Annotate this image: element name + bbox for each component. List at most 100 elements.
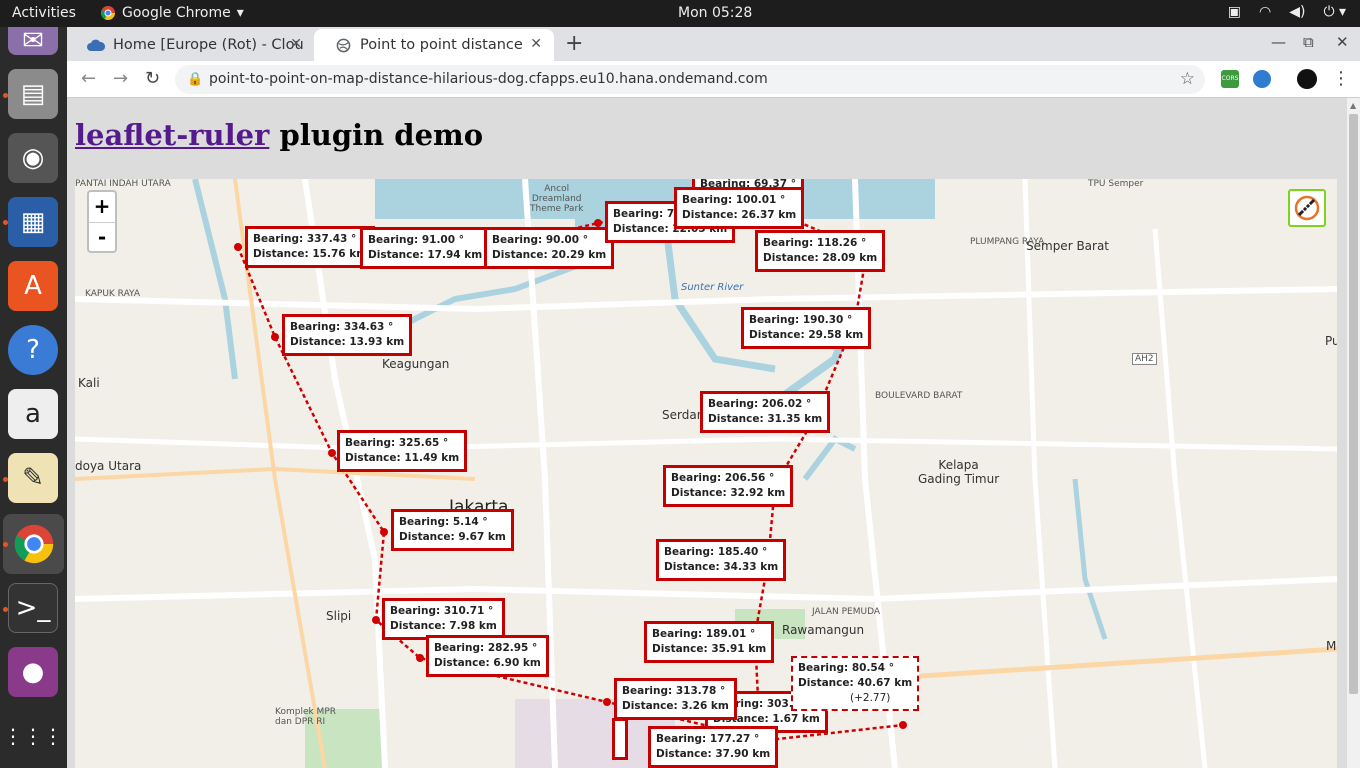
road (1022, 179, 1058, 768)
bearing-text: Bearing: 118.26 ° (763, 237, 867, 249)
writer-app-icon[interactable]: ▦ (8, 197, 58, 247)
scroll-up-icon[interactable]: ▲ (1350, 101, 1356, 110)
clock[interactable]: Mon 05:28 (678, 5, 752, 21)
road-label: JALAN PEMUDA (812, 607, 881, 617)
live-measure-tooltip: Bearing: 80.54 ° Distance: 40.67 km (+2.77… (791, 656, 920, 711)
cloud-icon (87, 36, 105, 54)
distance-text: Distance: 40.67 km (798, 677, 913, 689)
scrollbar-thumb[interactable] (1349, 114, 1358, 694)
activities-button[interactable]: Activities (12, 5, 76, 21)
tab-point-to-point[interactable]: Point to point distance ✕ (314, 29, 554, 61)
measure-tooltip: Bearing: 177.27 ° Distance: 37.90 km (648, 726, 779, 768)
distance-text: Distance: 26.37 km (682, 209, 797, 221)
distance-text: Distance: 32.92 km (671, 487, 786, 499)
measure-tooltip: Bearing: 91.00 ° Distance: 17.94 km (360, 227, 491, 269)
cors-extension-icon[interactable]: CORS (1221, 70, 1239, 88)
map[interactable]: Keagungan Jakarta Serdang Kelapa Gading … (75, 179, 1337, 768)
tab-home[interactable]: Home [Europe (Rot) - Clou ✕ (67, 29, 314, 61)
address-bar[interactable]: 🔒 point-to-point-on-map-distance-hilario… (175, 65, 1205, 94)
chrome-dock-icon[interactable] (3, 514, 64, 574)
distance-text: Distance: 15.76 km (253, 248, 368, 260)
files-app-icon[interactable]: ▤ (8, 69, 58, 119)
road (1152, 228, 1208, 768)
bearing-text: Bearing: 100.01 ° (682, 194, 786, 206)
app-menu[interactable]: Google Chrome ▾ (100, 5, 244, 21)
browser-toolbar: ← → ↻ 🔒 point-to-point-on-map-distance-h… (67, 61, 1360, 98)
close-tab-icon[interactable]: ✕ (530, 36, 542, 52)
bearing-text: Bearing: 282.95 ° (434, 642, 538, 654)
chevron-down-icon: ▾ (236, 5, 244, 21)
close-window-icon[interactable]: ✕ (1336, 33, 1349, 51)
bearing-text: Bearing: 190.30 ° (749, 314, 853, 326)
new-tab-button[interactable]: + (565, 31, 583, 56)
lock-icon[interactable]: 🔒 (187, 65, 203, 94)
place-label: Keagungan (382, 357, 450, 371)
volume-icon[interactable]: ◀) (1289, 4, 1305, 20)
url-text: point-to-point-on-map-distance-hilarious… (209, 71, 768, 87)
bearing-text: Bearing: 337.43 ° (253, 233, 357, 245)
place-label: Rawamangun (782, 623, 865, 637)
road-label: TPU Semper (1088, 179, 1144, 189)
wifi-icon[interactable]: ◠ (1259, 4, 1271, 20)
distance-text: Distance: 3.26 km (622, 700, 729, 712)
bookmark-star-icon[interactable]: ☆ (1180, 65, 1195, 94)
screen-recorder-icon[interactable]: ● (8, 647, 58, 697)
road (75, 576, 1337, 603)
forward-icon[interactable]: → (113, 68, 128, 89)
restore-icon[interactable]: ⧉ (1303, 33, 1314, 51)
minimize-icon[interactable]: — (1271, 33, 1286, 51)
system-tray[interactable]: ▣ ◠ ◀) ⏻ ▾ (1228, 4, 1346, 20)
bearing-text: Bearing: 310.71 ° (390, 605, 494, 617)
road (75, 436, 1337, 452)
bearing-text: Bearing: 80.54 ° (798, 662, 894, 674)
kebab-menu-icon[interactable]: ⋮ (1332, 68, 1350, 89)
profile-avatar[interactable] (1297, 69, 1317, 89)
zoom-in-button[interactable]: + (89, 192, 115, 222)
show-apps-icon[interactable]: ⋮⋮⋮ (3, 711, 63, 761)
road-label: BOULEVARD BARAT (875, 391, 963, 401)
power-icon[interactable]: ⏻ ▾ (1323, 4, 1346, 20)
river-label: Sunter River (681, 282, 744, 293)
running-indicator (3, 93, 8, 98)
page-scrollbar[interactable]: ▲ (1347, 98, 1360, 768)
globe-icon (334, 36, 352, 54)
place-label: doya Utara (75, 459, 142, 473)
running-indicator (3, 220, 8, 225)
mail-app-icon[interactable]: ✉ (8, 26, 58, 56)
rhythmbox-icon[interactable]: ◉ (8, 133, 58, 183)
river-water (1072, 478, 1108, 640)
tab-strip: Home [Europe (Rot) - Clou ✕ Point to poi… (67, 27, 1360, 61)
extra-distance-text: (+2.77) (850, 692, 891, 704)
route-shield: AH2 (1132, 353, 1157, 365)
bearing-text: Bearing: 91.00 ° (368, 234, 464, 246)
camera-icon[interactable]: ▣ (1228, 4, 1241, 20)
measure-tooltip: Bearing: 337.43 ° Distance: 15.76 km (245, 226, 376, 268)
bearing-text: Bearing: 325.65 ° (345, 437, 449, 449)
help-icon[interactable]: ? (8, 325, 58, 375)
back-icon[interactable]: ← (81, 68, 96, 89)
measure-tooltip: Bearing: 325.65 ° Distance: 11.49 km (337, 430, 468, 472)
measure-tooltip: Bearing: 206.56 ° Distance: 32.92 km (663, 465, 794, 507)
close-tab-icon[interactable]: ✕ (290, 36, 302, 52)
dock: ✉ ▤ ◉ ▦ A ? a ✎ >_ ● ⋮⋮⋮ (0, 26, 67, 768)
place-label: Ancol Dreamland Theme Park (530, 184, 584, 214)
river-water (802, 435, 857, 481)
leaflet-ruler-link[interactable]: leaflet-ruler (75, 118, 269, 152)
zoom-out-button[interactable]: - (89, 222, 115, 252)
ruler-toggle-button[interactable] (1288, 189, 1326, 227)
reload-icon[interactable]: ↻ (145, 68, 160, 89)
distance-text: Distance: 9.67 km (399, 531, 506, 543)
amazon-icon[interactable]: a (8, 389, 58, 439)
globe-extension-icon[interactable] (1253, 70, 1271, 88)
bearing-text: Bearing: 189.01 ° (652, 628, 756, 640)
bearing-text: Bearing: 177.27 ° (656, 733, 760, 745)
measure-tooltip: Bearing: 118.26 ° Distance: 28.09 km (755, 230, 886, 272)
measure-tooltip: Bearing: 334.63 ° Distance: 13.93 km (282, 314, 413, 356)
measure-tooltip-stacked (612, 718, 628, 760)
terminal-icon[interactable]: >_ (8, 583, 58, 633)
zoom-control: + - (87, 190, 117, 253)
chrome-icon (14, 524, 53, 564)
software-center-icon[interactable]: A (8, 261, 58, 311)
river-water (192, 179, 238, 380)
text-editor-icon[interactable]: ✎ (8, 453, 58, 503)
